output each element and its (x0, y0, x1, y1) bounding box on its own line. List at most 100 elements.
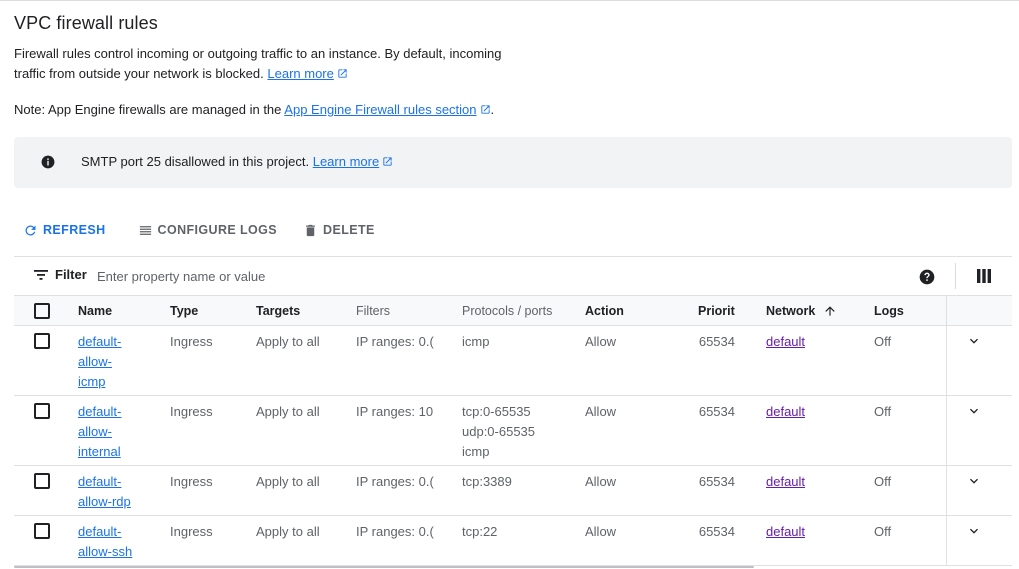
rule-name-part: default- (78, 524, 122, 539)
col-logs-and-expand: Logs (871, 296, 1012, 326)
col-targets[interactable]: Targets (256, 296, 356, 326)
filter-label: Filter (55, 267, 87, 282)
rule-name-cell: default-allow-internal (78, 396, 170, 466)
horizontal-scrollbar[interactable] (14, 566, 754, 568)
rule-protocols: tcp:0-65535 udp:0-65535 icmp (462, 396, 585, 466)
rule-name-part: default- (78, 334, 122, 349)
open-in-new-icon (480, 105, 490, 114)
rule-action: Allow (585, 524, 617, 539)
chevron-down-icon[interactable] (967, 524, 981, 538)
banner-learn-more-link[interactable]: Learn more (313, 154, 379, 169)
configure-logs-label: CONFIGURE LOGS (157, 223, 278, 237)
rule-name-link[interactable]: default-allow-ssh (78, 524, 132, 559)
rule-type: Ingress (170, 334, 213, 349)
app-engine-note: Note: App Engine firewalls are managed i… (14, 100, 494, 120)
network-link[interactable]: default (766, 524, 805, 539)
rule-logs: Off (874, 474, 892, 489)
top-divider (0, 0, 1019, 1)
row-checkbox[interactable] (34, 403, 50, 419)
refresh-button[interactable]: REFRESH (23, 223, 106, 238)
open-in-new-icon (338, 69, 347, 78)
rule-protocols: icmp (462, 326, 585, 396)
rule-network-cell: default (735, 466, 871, 516)
rule-type: Ingress (170, 404, 213, 419)
rule-network-cell: default (735, 326, 871, 396)
rule-filters: IP ranges: 0.( (356, 524, 434, 539)
configure-logs-button[interactable]: CONFIGURE LOGS (138, 223, 278, 238)
filter-bar: Filter (14, 256, 1012, 295)
table-header-row: Name Type Targets Filters Protocols / po… (14, 295, 1013, 326)
row-checkbox[interactable] (34, 333, 50, 349)
delete-label: DELETE (323, 223, 375, 237)
table-row: default-allow-rdp Ingress Apply to all IP r… (14, 466, 1013, 516)
rule-action: Allow (585, 404, 617, 419)
rule-name-part: allow- (78, 354, 112, 369)
toolbar: REFRESH CONFIGURE LOGS DELETE (14, 216, 401, 244)
page-description: Firewall rules control incoming or outgo… (14, 44, 534, 84)
rule-priority: 65534 (698, 404, 735, 419)
rule-logs-and-expand: Off (871, 516, 1012, 566)
rule-priority: 65534 (698, 334, 735, 349)
protocol-line: tcp:22 (462, 524, 498, 539)
open-in-new-icon (383, 157, 392, 166)
col-network[interactable]: Network (735, 296, 871, 326)
table-row: default-allow-icmp Ingress Apply to all IP … (14, 326, 1013, 396)
select-all-cell (14, 296, 78, 326)
note-text: Note: App Engine firewalls are managed i… (14, 102, 282, 117)
rule-targets: Apply to all (256, 524, 320, 539)
network-link[interactable]: default (766, 334, 805, 349)
rule-name-part: icmp (78, 374, 106, 389)
expand-cell (946, 326, 1012, 395)
rule-name-part: allow-rdp (78, 494, 131, 509)
rule-filters: IP ranges: 0.( (356, 474, 434, 489)
banner-text: SMTP port 25 disallowed in this project. (81, 154, 310, 169)
help-icon[interactable] (919, 269, 935, 285)
rule-name-link[interactable]: default-allow-internal (78, 404, 121, 459)
rule-name-link[interactable]: default-allow-rdp (78, 474, 131, 509)
refresh-icon (25, 224, 36, 235)
rule-logs: Off (874, 334, 892, 349)
filter-input[interactable] (97, 266, 797, 286)
chevron-down-icon[interactable] (967, 474, 981, 488)
chevron-down-icon[interactable] (967, 404, 981, 418)
row-checkbox[interactable] (34, 523, 50, 539)
col-priority[interactable]: Priority (698, 296, 735, 326)
description-text: Firewall rules control incoming or outgo… (14, 46, 502, 81)
protocol-line: icmp (462, 444, 490, 459)
select-all-checkbox[interactable] (34, 303, 50, 319)
learn-more-link[interactable]: Learn more (267, 66, 333, 81)
rule-priority: 65534 (698, 474, 735, 489)
col-type[interactable]: Type (170, 296, 256, 326)
rule-action: Allow (585, 334, 617, 349)
protocol-line: tcp:3389 (462, 474, 512, 489)
rule-name-link[interactable]: default-allow-icmp (78, 334, 121, 389)
col-filters: Filters (356, 303, 391, 318)
expand-cell (946, 396, 1012, 465)
rule-network-cell: default (735, 516, 871, 566)
sort-arrow-up-icon[interactable] (823, 304, 837, 318)
row-checkbox[interactable] (34, 473, 50, 489)
network-link[interactable]: default (766, 474, 805, 489)
delete-button[interactable]: DELETE (303, 223, 375, 238)
protocol-line: icmp (462, 334, 490, 349)
rule-logs-and-expand: Off (871, 326, 1012, 396)
chevron-down-icon[interactable] (967, 334, 981, 348)
col-expand (946, 296, 1012, 325)
col-logs[interactable]: Logs (871, 296, 946, 325)
rule-protocols: tcp:22 (462, 516, 585, 566)
table-row: default-allow-internal Ingress Apply to al… (14, 396, 1013, 466)
info-icon (41, 155, 55, 169)
rule-logs-and-expand: Off (871, 466, 1012, 516)
rule-priority: 65534 (698, 524, 735, 539)
col-name[interactable]: Name (78, 296, 170, 326)
col-action[interactable]: Action (585, 296, 698, 326)
firewall-rules-table: Name Type Targets Filters Protocols / po… (14, 295, 1013, 566)
columns-icon[interactable] (977, 269, 991, 283)
col-network-label: Network (766, 303, 816, 318)
rule-targets: Apply to all (256, 404, 320, 419)
rule-type: Ingress (170, 474, 213, 489)
network-link[interactable]: default (766, 404, 805, 419)
app-engine-firewall-link[interactable]: App Engine Firewall rules section (284, 102, 476, 117)
page-title: VPC firewall rules (14, 13, 158, 33)
trash-icon (306, 224, 315, 236)
